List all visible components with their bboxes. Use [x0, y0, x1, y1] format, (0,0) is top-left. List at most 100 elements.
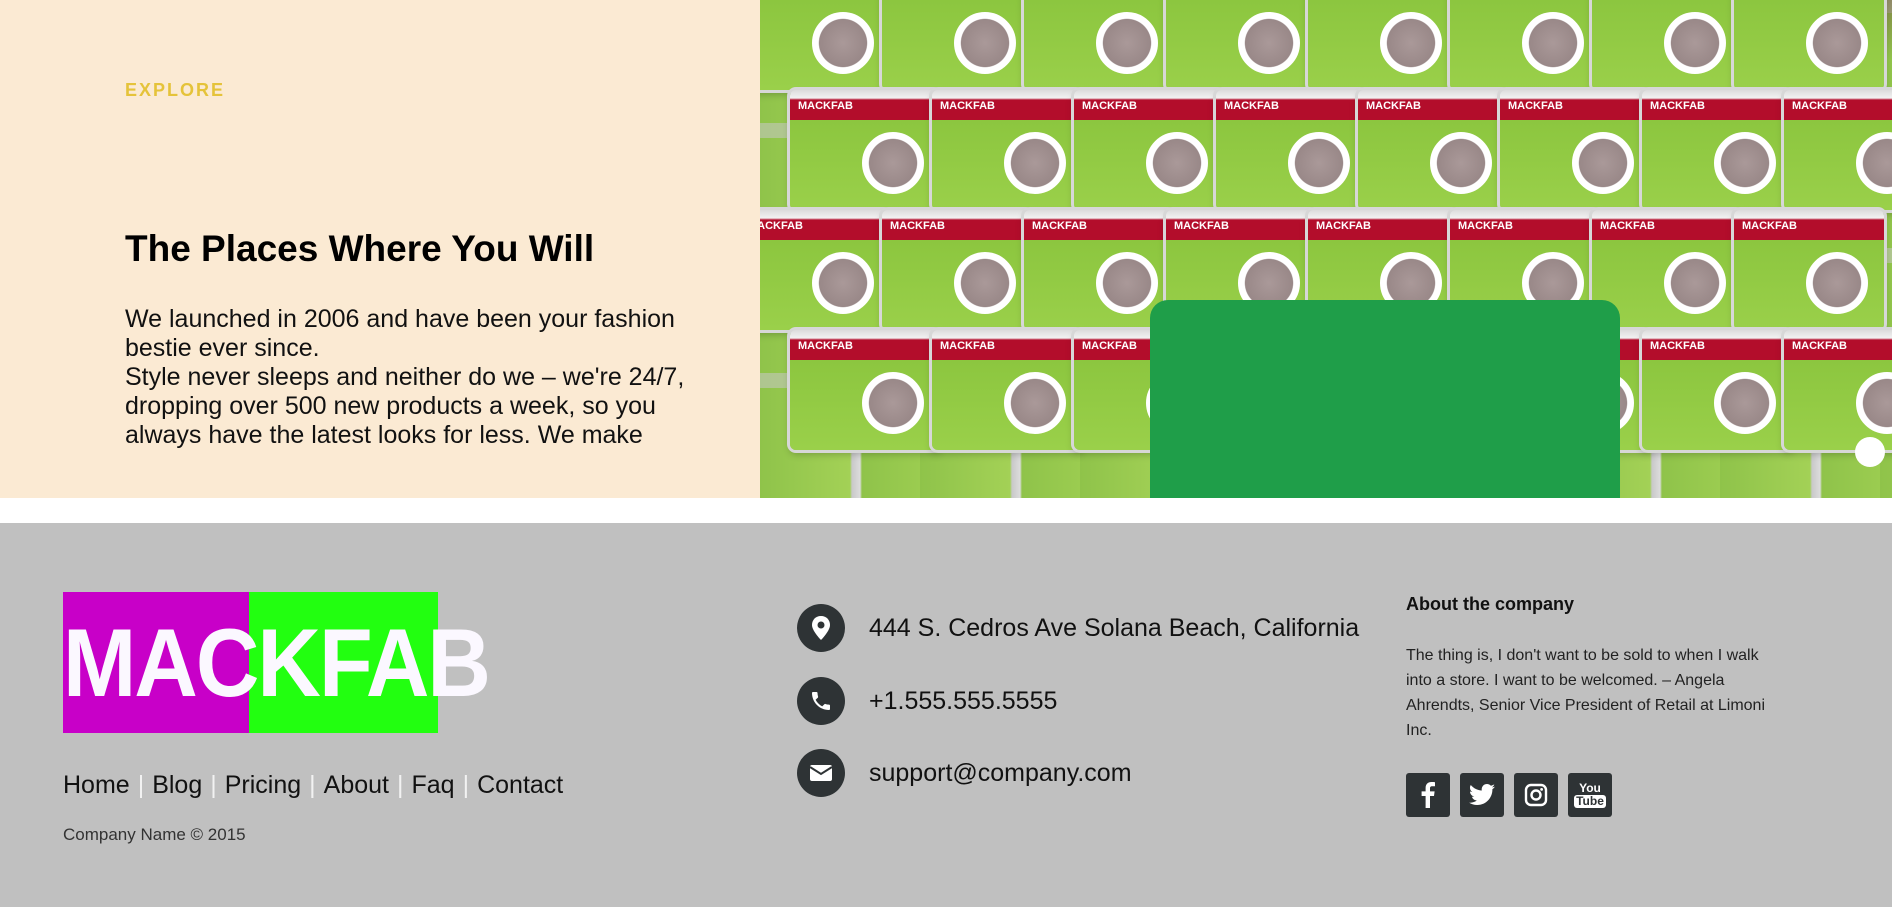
- youtube-icon: You Tube: [1574, 780, 1606, 808]
- product-pack: MACKFAB: [1734, 0, 1884, 90]
- product-pack: MACKFAB: [1500, 90, 1650, 210]
- nav-link-home[interactable]: Home: [63, 771, 130, 799]
- slider-dot-1[interactable]: [1855, 437, 1885, 467]
- contact-phone: +1.555.555.5555: [797, 677, 1057, 725]
- pack-brand-label: MACKFAB: [940, 100, 995, 112]
- pack-brand-label: MACKFAB: [1366, 100, 1421, 112]
- porridge-plate: [1806, 12, 1868, 74]
- youtube-icon-text-bottom: Tube: [1574, 793, 1606, 808]
- nav-separator: |: [210, 771, 217, 799]
- product-pack: MACKFAB: [1784, 90, 1892, 210]
- twitter-icon: [1469, 784, 1495, 805]
- porridge-plate: [954, 12, 1016, 74]
- product-pack: MACKFAB: [1592, 0, 1742, 90]
- facebook-icon: [1421, 782, 1435, 808]
- pack-brand-label: MACKFAB: [1032, 220, 1087, 232]
- pack-brand-label: MACKFAB: [1742, 220, 1797, 232]
- nav-link-faq[interactable]: Faq: [412, 771, 455, 799]
- nav-separator: |: [137, 771, 145, 799]
- nav-link-contact[interactable]: Contact: [477, 771, 563, 799]
- porridge-plate: [1856, 372, 1892, 434]
- envelope-icon: [797, 749, 845, 797]
- porridge-plate: [1714, 132, 1776, 194]
- about-text: The thing is, I don't want to be sold to…: [1406, 647, 1766, 739]
- porridge-plate: [1572, 132, 1634, 194]
- hero-title: The Places Where You Will: [125, 228, 595, 269]
- porridge-plate: [1714, 372, 1776, 434]
- hero-eyebrow: EXPLORE: [125, 80, 226, 100]
- product-pack: MACKFAB: [1642, 330, 1792, 450]
- hero-slider-image: MACKFAB MACKFAB MACKFAB MACKFAB MACKFAB MACKF…: [760, 0, 1892, 498]
- pack-brand-label: MACKFAB: [940, 340, 995, 352]
- product-pack: MACKFAB: [882, 210, 1032, 330]
- porridge-plate: [862, 132, 924, 194]
- nav-link-about[interactable]: About: [324, 771, 389, 799]
- product-pack: MACKFAB: [1642, 90, 1792, 210]
- product-pack: MACKFAB: [1784, 330, 1892, 450]
- social-links: You Tube: [1406, 773, 1612, 817]
- porridge-plate: [862, 372, 924, 434]
- porridge-plate: [1288, 132, 1350, 194]
- pack-brand-label: MACKFAB: [1792, 340, 1847, 352]
- contact-email: support@company.com: [797, 749, 1132, 797]
- pack-brand-label: MACKFAB: [1650, 100, 1705, 112]
- map-marker-icon: [797, 604, 845, 652]
- hero-paragraph-2: Style never sleeps and neither do we – w…: [125, 363, 685, 449]
- mackfab-logo[interactable]: MACKFAB: [63, 592, 491, 733]
- porridge-plate: [1004, 372, 1066, 434]
- copyright-text: Company Name © 2015: [63, 825, 246, 844]
- product-pack: MACKFAB: [1166, 0, 1316, 90]
- product-pack: MACKFAB: [1024, 0, 1174, 90]
- product-pack: MACKFAB: [932, 90, 1082, 210]
- email-text[interactable]: support@company.com: [869, 759, 1132, 788]
- porridge-plate: [1430, 132, 1492, 194]
- contact-address: 444 S. Cedros Ave Solana Beach, Californ…: [797, 604, 1359, 652]
- pack-brand-label: MACKFAB: [1174, 220, 1229, 232]
- porridge-plate: [1096, 12, 1158, 74]
- instagram-button[interactable]: [1514, 773, 1558, 817]
- pack-brand-label: MACKFAB: [798, 340, 853, 352]
- hero-text-panel: EXPLORE The Places Where You Will We lau…: [0, 0, 760, 498]
- youtube-icon-text-top: You: [1579, 780, 1601, 795]
- pack-brand-label: MACKFAB: [1082, 100, 1137, 112]
- hero-section: EXPLORE The Places Where You Will We lau…: [0, 0, 1892, 498]
- pack-brand-label: MACKFAB: [1650, 340, 1705, 352]
- porridge-plate: [1664, 252, 1726, 314]
- pack-brand-label: MACKFAB: [1600, 220, 1655, 232]
- product-pack: MACKFAB: [760, 210, 890, 330]
- porridge-plate: [1664, 12, 1726, 74]
- hero-description: We launched in 2006 and have been your f…: [125, 305, 685, 450]
- twitter-button[interactable]: [1460, 773, 1504, 817]
- address-text: 444 S. Cedros Ave Solana Beach, Californ…: [869, 613, 1360, 642]
- porridge-plate: [1806, 252, 1868, 314]
- nav-separator: |: [397, 771, 404, 799]
- pack-brand-label: MACKFAB: [1458, 220, 1513, 232]
- product-pack: MACKFAB: [1358, 90, 1508, 210]
- pack-brand-label: MACKFAB: [1082, 340, 1137, 352]
- porridge-plate: [1146, 132, 1208, 194]
- porridge-plate: [1856, 132, 1892, 194]
- product-pack: MACKFAB: [1074, 90, 1224, 210]
- porridge-plate: [1004, 132, 1066, 194]
- instagram-icon: [1524, 783, 1548, 807]
- porridge-plate: [812, 12, 874, 74]
- product-pack: MACKFAB: [760, 0, 890, 90]
- porridge-plate: [1522, 12, 1584, 74]
- pack-brand-label: MACKFAB: [798, 100, 853, 112]
- facebook-button[interactable]: [1406, 773, 1450, 817]
- youtube-button[interactable]: You Tube: [1568, 773, 1612, 817]
- nav-separator: |: [309, 771, 316, 799]
- product-pack: MACKFAB: [1216, 90, 1366, 210]
- nav-link-pricing[interactable]: Pricing: [225, 771, 301, 799]
- porridge-plate: [812, 252, 874, 314]
- product-pack: MACKFAB: [790, 90, 940, 210]
- product-pack: MACKFAB: [932, 330, 1082, 450]
- nav-separator: |: [462, 771, 470, 799]
- phone-text[interactable]: +1.555.555.5555: [869, 687, 1057, 716]
- hero-paragraph-1: We launched in 2006 and have been your f…: [125, 305, 675, 362]
- nav-link-blog[interactable]: Blog: [152, 771, 202, 799]
- green-tray: [1150, 300, 1620, 498]
- porridge-plate: [954, 252, 1016, 314]
- product-pack: MACKFAB: [1734, 210, 1884, 330]
- product-pack: MACKFAB: [882, 0, 1032, 90]
